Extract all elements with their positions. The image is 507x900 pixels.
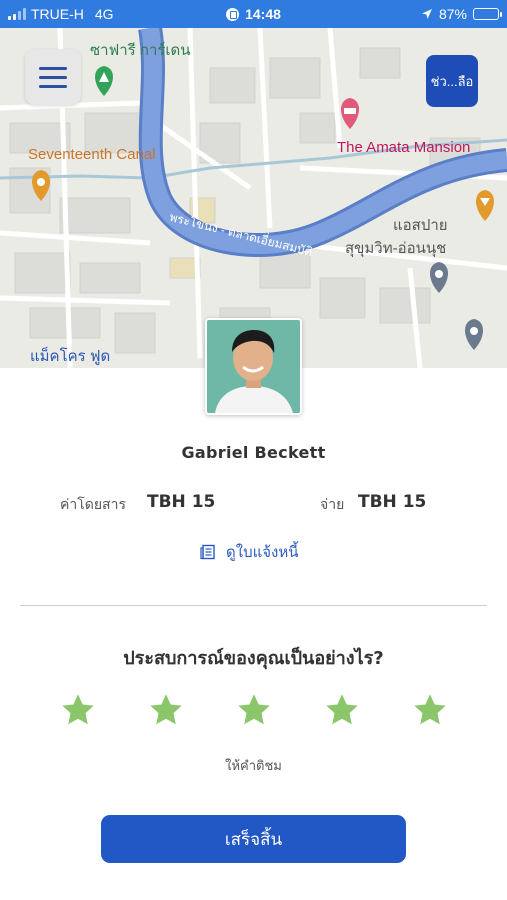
map-label-sukhumvit: สุขุมวิท-อ่อนนุช xyxy=(345,240,447,257)
star-icon-5[interactable] xyxy=(412,692,448,728)
star-icon-3[interactable] xyxy=(236,692,272,728)
help-button[interactable]: ช่ว...ลือ xyxy=(426,55,478,107)
fare-value: TBH 15 xyxy=(147,492,216,512)
menu-button[interactable] xyxy=(25,49,81,105)
done-button[interactable]: เสร็จสิ้น xyxy=(101,815,406,863)
location-arrow-icon xyxy=(421,9,432,19)
map-view[interactable]: ซาฟารี การ์เดน Seventeenth Canal The Ama… xyxy=(0,28,507,368)
map-label-makro: แม็คโคร ฟูด xyxy=(30,348,111,365)
view-receipt-label[interactable]: ดูใบแจ้งหนี้ xyxy=(226,540,299,564)
map-label-safari: ซาฟารี การ์เดน xyxy=(90,42,191,59)
status-bar: TRUE-H 4G 14:48 87% xyxy=(0,0,507,28)
pay-value: TBH 15 xyxy=(358,492,427,512)
status-right: 87% xyxy=(421,0,502,28)
battery-percent: 87% xyxy=(438,6,467,22)
driver-avatar xyxy=(205,318,302,415)
map-label-spa: แอสปาย xyxy=(393,217,448,234)
star-icon-2[interactable] xyxy=(148,692,184,728)
fare-label: ค่าโดยสาร xyxy=(60,497,126,513)
star-icon-4[interactable] xyxy=(324,692,360,728)
map-label-canal: Seventeenth Canal xyxy=(28,146,156,163)
driver-name: Gabriel Beckett xyxy=(181,443,326,462)
map-label-amata: The Amata Mansion xyxy=(337,139,471,156)
battery-icon xyxy=(473,8,502,20)
fare-row: ค่าโดยสาร TBH 15 จ่าย TBH 15 xyxy=(0,492,507,514)
rating-stars xyxy=(0,692,507,732)
receipt-icon xyxy=(200,544,215,560)
pay-label: จ่าย xyxy=(320,497,345,513)
star-icon-1[interactable] xyxy=(60,692,96,728)
rating-question: ประสบการณ์ของคุณเป็นอย่างไร? xyxy=(123,648,384,669)
divider xyxy=(20,605,487,606)
feedback-hint[interactable]: ให้คำติชม xyxy=(0,755,507,776)
orientation-lock-icon xyxy=(226,7,240,21)
hamburger-icon xyxy=(39,66,67,70)
person-photo-icon xyxy=(207,320,300,413)
clock: 14:48 xyxy=(245,6,281,22)
view-receipt-link[interactable]: ดูใบแจ้งหนี้ xyxy=(200,540,299,564)
